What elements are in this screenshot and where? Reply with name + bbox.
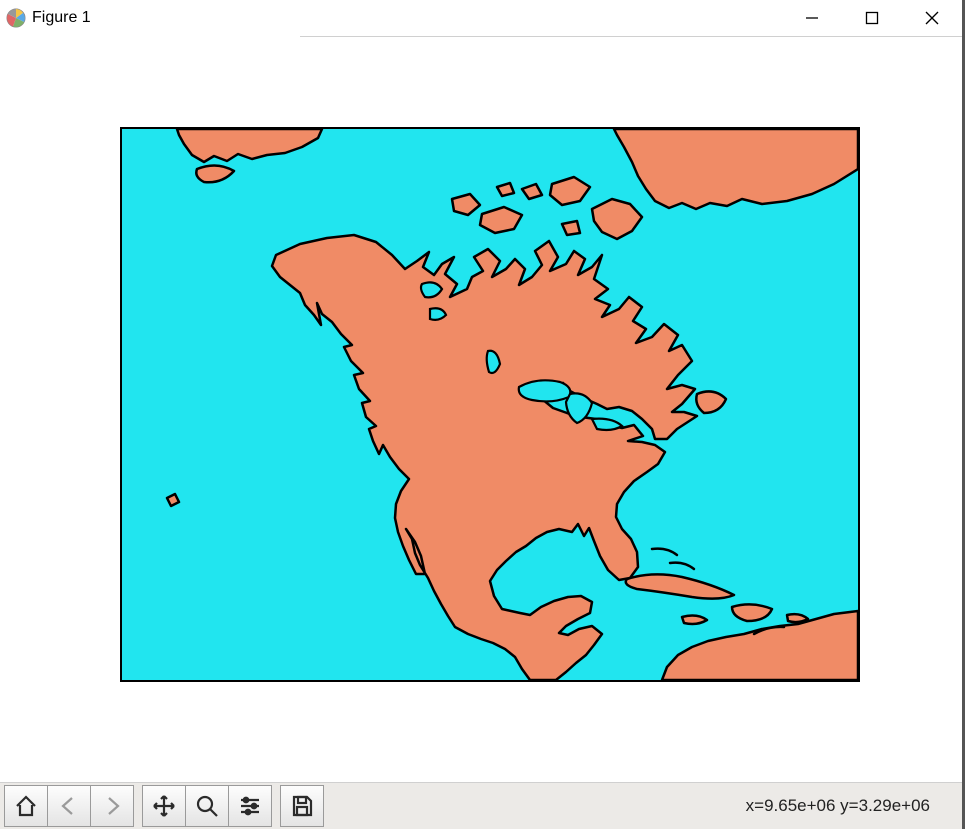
sliders-icon (237, 793, 263, 819)
land-ellesmere (550, 177, 590, 205)
minimize-icon (805, 11, 819, 25)
window-title: Figure 1 (32, 9, 91, 27)
maximize-icon (865, 11, 879, 25)
land-bahamas-2 (670, 563, 694, 569)
cursor-coordinates: x=9.65e+06 y=3.29e+06 (746, 796, 930, 816)
land-baffin (592, 199, 642, 239)
close-button[interactable] (902, 0, 962, 36)
great-slave-lake (430, 308, 446, 320)
window-controls (782, 0, 962, 36)
zoom-button[interactable] (185, 785, 229, 827)
matplotlib-icon (6, 8, 26, 28)
land-banks (452, 194, 480, 215)
close-icon (925, 11, 939, 25)
land-chukotka (177, 129, 322, 162)
figure-window: Figure 1 (0, 0, 965, 829)
forward-icon (99, 793, 125, 819)
forward-button[interactable] (90, 785, 134, 827)
pan-button[interactable] (142, 785, 186, 827)
land-arctic-3 (562, 221, 580, 235)
back-button[interactable] (47, 785, 91, 827)
maximize-button[interactable] (842, 0, 902, 36)
land-arctic-1 (522, 184, 542, 199)
land-cuba (626, 574, 734, 598)
land-hispaniola (732, 604, 772, 621)
land-newfoundland (696, 391, 726, 413)
map-svg (122, 129, 858, 680)
save-icon (289, 793, 315, 819)
pan-icon (151, 793, 177, 819)
land-hawaii (167, 494, 179, 506)
configure-button[interactable] (228, 785, 272, 827)
figure-canvas[interactable] (0, 37, 962, 782)
zoom-icon (194, 793, 220, 819)
land-greenland (614, 129, 858, 209)
home-icon (13, 793, 39, 819)
minimize-button[interactable] (782, 0, 842, 36)
land-wrangel (196, 165, 234, 182)
save-button[interactable] (280, 785, 324, 827)
map-axes[interactable] (120, 127, 860, 682)
back-icon (56, 793, 82, 819)
home-button[interactable] (4, 785, 48, 827)
land-north-america (272, 235, 697, 680)
land-victoria (480, 207, 522, 233)
navigation-toolbar: x=9.65e+06 y=3.29e+06 (0, 782, 962, 829)
lake-erie-ontario (592, 419, 622, 430)
titlebar: Figure 1 (0, 0, 962, 36)
lake-superior (519, 380, 571, 401)
land-arctic-2 (497, 183, 514, 196)
land-jamaica (682, 616, 707, 624)
land-bahamas-1 (652, 549, 677, 555)
